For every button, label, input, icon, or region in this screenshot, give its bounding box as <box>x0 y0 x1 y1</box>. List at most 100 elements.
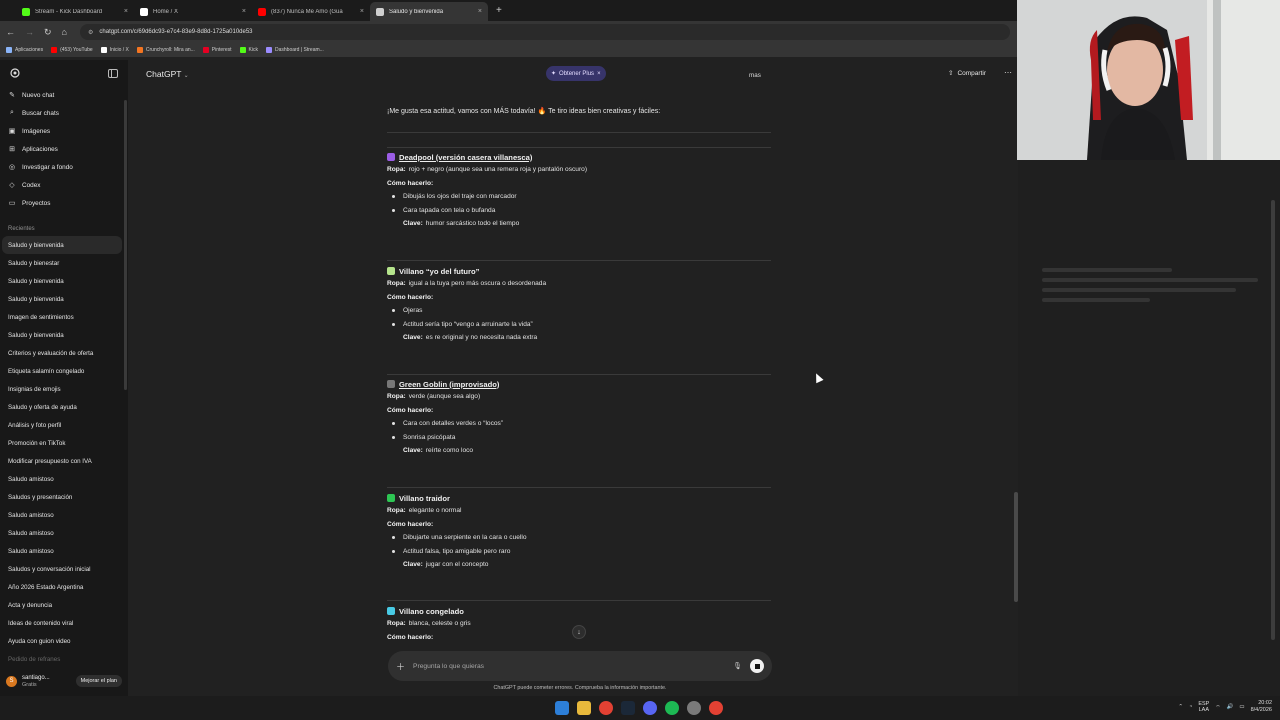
language-indicator[interactable]: ESP LAA <box>1198 701 1209 713</box>
bookmark-item[interactable]: Crunchyroll: Mira an... <box>136 47 195 53</box>
chat-history-item[interactable]: Insignias de emojis <box>0 380 128 398</box>
villain-idea-section: Green Goblin (improvisado) Ropa: verde (au… <box>387 378 773 458</box>
chat-history-item[interactable]: Análisis y foto perfil <box>0 416 128 434</box>
browser-tab[interactable]: Home / X × <box>134 2 252 21</box>
chat-history-item[interactable]: Saludo y bienvenida <box>0 290 128 308</box>
steam-icon[interactable] <box>621 701 635 715</box>
chat-history-item[interactable]: Acta y denuncia <box>0 596 128 614</box>
site-info-icon[interactable]: ⚙ <box>88 29 93 36</box>
chat-history-item[interactable]: Criterios y evaluación de oferta <box>0 344 128 362</box>
chat-history-item[interactable]: Saludo y oferta de ayuda <box>0 398 128 416</box>
avatar[interactable]: S <box>6 675 17 687</box>
app-icon[interactable] <box>687 701 701 715</box>
sidebar-item-codex[interactable]: ◇ Codex <box>0 176 128 194</box>
sidebar-item-image[interactable]: ▣ Imágenes <box>0 122 128 140</box>
spotify-icon[interactable] <box>665 701 679 715</box>
chat-history-item[interactable]: Saludo amistoso <box>0 542 128 560</box>
bookmark-item[interactable]: Kick <box>239 47 258 53</box>
close-icon[interactable]: × <box>597 71 601 77</box>
reload-icon[interactable]: ↻ <box>44 27 52 38</box>
chat-history-item[interactable]: Saludo y bienestar <box>0 254 128 272</box>
stop-generating-button[interactable] <box>750 659 764 673</box>
chat-history-item[interactable]: Etiqueta salamín congelado <box>0 362 128 380</box>
key-line: Clave: reírte como loco <box>387 444 773 458</box>
bookmark-item[interactable]: Pinterest <box>202 47 232 53</box>
system-tray: ⌃ ◔ ESP LAA ⌔ 🔊 ▭ 20:02 8/4/2026 <box>1178 700 1272 714</box>
sidebar-item-search[interactable]: ⌕ Buscar chats <box>0 104 128 122</box>
model-selector[interactable]: ChatGPT ⌄ <box>146 69 189 79</box>
network-icon[interactable]: ◔ <box>1189 704 1192 710</box>
prompt-input[interactable] <box>413 662 726 670</box>
volume-icon[interactable]: 🔊 <box>1227 704 1234 710</box>
chat-history-item[interactable]: Promoción en TikTok <box>0 434 128 452</box>
bookmark-item[interactable]: (453) YouTube <box>51 47 93 53</box>
close-tab-icon[interactable]: × <box>478 8 482 15</box>
close-tab-icon[interactable]: × <box>360 8 364 15</box>
chat-history-item[interactable]: Saludos y presentación <box>0 488 128 506</box>
microphone-icon[interactable]: 🎙 <box>733 662 742 670</box>
chat-history-item[interactable]: Imagen de sentimientos <box>0 308 128 326</box>
tray-chevron-icon[interactable]: ⌃ <box>1178 704 1183 710</box>
toggle-sidebar-icon[interactable] <box>108 68 118 78</box>
chrome-icon[interactable] <box>599 701 613 715</box>
sidebar-item-label: Nuevo chat <box>22 91 55 99</box>
more-options-icon[interactable]: ⋯ <box>1004 68 1012 77</box>
close-tab-icon[interactable]: × <box>124 8 128 15</box>
ropa-label: Ropa: <box>387 393 406 401</box>
chat-history-item[interactable]: Ayuda con guion video <box>0 632 128 650</box>
tab-title: (837) Nunca Me Amo (Gua <box>271 8 343 15</box>
chat-history-item[interactable]: Saludo y bienvenida <box>0 272 128 290</box>
streamer-webcam-image <box>1017 0 1280 160</box>
chat-history-item[interactable]: Ideas de contenido viral <box>0 614 128 632</box>
bookmark-item[interactable]: Dashboard | Stream... <box>265 47 324 53</box>
sidebar-item-folder[interactable]: ▭ Proyectos <box>0 194 128 212</box>
bookmark-icon <box>136 47 143 53</box>
share-button[interactable]: ⇧ Compartir <box>948 69 986 78</box>
chat-history-item[interactable]: Saludos y conversación inicial <box>0 560 128 578</box>
start-icon[interactable] <box>555 701 569 715</box>
sidebar: ✎ Nuevo chat ⌕ Buscar chats ▣ Imágenes ⊞ Aplica… <box>0 60 128 696</box>
get-plus-button[interactable]: ✦ Obtener Plus × <box>546 66 606 81</box>
wifi-icon[interactable]: ⌔ <box>1215 704 1220 711</box>
upgrade-plan-button[interactable]: Mejorar el plan <box>75 675 122 687</box>
openai-logo-icon[interactable] <box>10 68 20 78</box>
new-chat-icon: ✎ <box>9 92 15 99</box>
bookmark-item[interactable]: Aplicaciones <box>6 47 43 53</box>
chat-history-item[interactable]: Saludo y bienvenida <box>0 326 128 344</box>
url-text: chatgpt.com/c/69d6dc93-e7c4-83e9-8d8d-17… <box>99 29 253 35</box>
forward-icon[interactable]: → <box>25 27 34 37</box>
sidebar-item-apps[interactable]: ⊞ Aplicaciones <box>0 140 128 158</box>
bookmark-item[interactable]: Inicio / X <box>100 47 129 53</box>
chat-history-item[interactable]: Saludo amistoso <box>0 470 128 488</box>
lang-layout: LAA <box>1198 707 1210 713</box>
chat-history-item[interactable]: Saludo amistoso <box>0 506 128 524</box>
browser-tab[interactable]: Saludo y bienvenida × <box>370 2 488 21</box>
apps-icon: ⊞ <box>9 146 15 153</box>
scroll-down-button[interactable]: ↓ <box>572 625 586 639</box>
chat-history-item[interactable]: Modificar presupuesto con IVA <box>0 452 128 470</box>
battery-icon[interactable]: ▭ <box>1239 704 1244 710</box>
sidebar-scrollbar[interactable] <box>124 100 127 390</box>
clock[interactable]: 20:02 8/4/2026 <box>1251 700 1272 714</box>
browser-tab[interactable]: (837) Nunca Me Amo (Gua × <box>252 2 370 21</box>
sidebar-item-research[interactable]: ◎ Investigar a fondo <box>0 158 128 176</box>
discord-icon[interactable] <box>643 701 657 715</box>
chat-history-item[interactable]: Saludo amistoso <box>0 524 128 542</box>
ropa-label: Ropa: <box>387 166 406 174</box>
sidebar-item-new-chat[interactable]: ✎ Nuevo chat <box>0 86 128 104</box>
how-to-heading: Cómo hacerlo: <box>387 291 773 305</box>
back-icon[interactable]: ← <box>6 27 15 37</box>
browser-tab[interactable]: Stream - Kick Dashboard × <box>16 2 134 21</box>
chat-history-item[interactable]: Saludo y bienvenida <box>2 236 122 254</box>
address-bar[interactable]: ⚙ chatgpt.com/c/69d6dc93-e7c4-83e9-8d8d-… <box>80 24 1010 40</box>
attach-plus-icon[interactable]: ＋ <box>396 660 405 673</box>
sidebar-item-label: Investigar a fondo <box>22 163 73 171</box>
user-menu[interactable]: S santiago... Gratis Mejorar el plan <box>0 666 128 696</box>
close-tab-icon[interactable]: × <box>242 8 246 15</box>
home-icon[interactable]: ⌂ <box>62 27 67 37</box>
chat-history-item[interactable]: Año 2026 Estado Argentina <box>0 578 128 596</box>
chrome-icon[interactable] <box>709 701 723 715</box>
file-explorer-icon[interactable] <box>577 701 591 715</box>
new-tab-button[interactable]: + <box>496 5 502 16</box>
page-scrollbar[interactable] <box>1271 200 1275 640</box>
